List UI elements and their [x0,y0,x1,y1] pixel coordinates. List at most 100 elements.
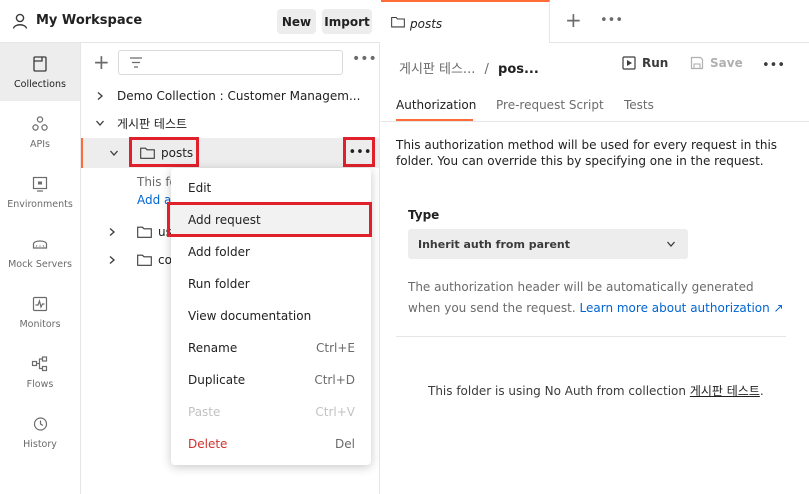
breadcrumb: 게시판 테스... / pos... [399,58,539,77]
tab-authorization[interactable]: Authorization [396,98,476,112]
highlight-box-add-request [167,202,372,237]
workspace-title[interactable]: My Workspace [36,13,142,28]
menu-item-run-folder[interactable]: Run folder [171,268,371,300]
folder-icon [137,254,152,266]
collections-icon [33,55,47,72]
history-icon [33,416,48,431]
user-icon [12,13,28,29]
breadcrumb-separator: / [484,62,489,77]
rail-label: Collections [14,78,66,90]
mock-servers-icon [32,239,48,249]
tree-row-label: co [158,253,172,267]
play-icon [622,56,636,70]
rail-item-mock-servers[interactable]: Mock Servers [0,223,80,281]
save-label: Save [710,56,743,70]
folder-icon [391,17,405,28]
breadcrumb-parent[interactable]: 게시판 테스... [399,62,475,77]
chevron-down-icon [667,241,675,247]
rail-label: History [23,438,57,450]
rail-label: Monitors [19,318,61,330]
monitors-icon [32,296,48,311]
rail-item-monitors[interactable]: Monitors [0,283,80,341]
chevron-right-icon [109,256,115,264]
rail-label: APIs [30,138,50,150]
auth-type-value: Inherit auth from parent [418,237,571,251]
tab-posts[interactable]: posts [381,0,550,43]
chevron-down-icon [96,120,104,126]
type-label: Type [408,208,440,222]
tree-row-label: 게시판 테스트 [117,116,188,131]
add-collection-icon[interactable]: + [93,52,110,72]
environments-icon [32,176,48,192]
menu-item-paste: Paste Ctrl+V [171,396,371,428]
rail-item-environments[interactable]: Environments [0,163,80,221]
menu-item-label: View documentation [188,309,312,323]
menu-item-shortcut: Del [335,437,355,451]
apis-icon [32,115,48,131]
folder-subtabs: Authorization Pre-request Script Tests [381,90,809,122]
auth-description: This authorization method will be used f… [396,138,778,168]
menu-item-shortcut: Ctrl+D [314,373,355,387]
tab-tests[interactable]: Tests [624,98,654,112]
sidebar-rail: Collections APIs Environments Mock Serve… [0,43,81,494]
noauth-text: This folder is using No Auth from collec… [428,384,690,398]
menu-item-label: Duplicate [188,373,246,387]
run-label: Run [642,56,669,70]
rail-label: Mock Servers [8,258,72,270]
auth-note: The authorization header will be automat… [408,277,788,319]
workspace-bar: My Workspace New Import [0,0,380,43]
menu-item-label: Add folder [188,245,250,259]
menu-item-label: Rename [188,341,238,355]
flows-icon [31,355,48,371]
menu-item-add-folder[interactable]: Add folder [171,236,371,268]
save-button[interactable]: Save [690,56,743,70]
rail-label: Environments [7,198,73,210]
tree-row-label: Demo Collection : Customer Managem... [117,89,361,103]
menu-item-label: Paste [188,405,221,419]
tab-pre-request-script[interactable]: Pre-request Script [496,98,604,112]
tree-more-icon[interactable]: ••• [352,51,377,67]
run-button[interactable]: Run [622,56,668,70]
tree-row-demo-collection[interactable]: Demo Collection : Customer Managem... [81,82,379,110]
tree-row-board-test[interactable]: 게시판 테스트 [81,109,379,137]
collection-link[interactable]: 게시판 테스트 [690,384,760,398]
noauth-message: This folder is using No Auth from collec… [428,382,764,399]
menu-item-view-documentation[interactable]: View documentation [171,300,371,332]
menu-item-duplicate[interactable]: Duplicate Ctrl+D [171,364,371,396]
highlight-box-more [343,137,375,167]
menu-item-rename[interactable]: Rename Ctrl+E [171,332,371,364]
rail-item-collections[interactable]: Collections [0,43,80,101]
save-icon [690,56,704,70]
auth-type-select[interactable]: Inherit auth from parent [408,229,688,259]
rail-item-history[interactable]: History [0,403,80,461]
menu-item-label: Delete [188,437,228,451]
folder-icon [137,226,152,238]
rail-item-flows[interactable]: Flows [0,343,80,401]
rail-label: Flows [26,378,54,390]
highlight-box-posts [129,137,199,167]
divider [396,336,786,337]
header-more-icon[interactable]: ••• [762,58,785,73]
menu-item-delete[interactable]: Delete Del [171,428,371,460]
menu-item-label: Run folder [188,277,250,291]
tree-row-posts[interactable]: posts [81,138,379,168]
menu-item-shortcut: Ctrl+V [315,405,355,419]
menu-item-label: Edit [188,181,212,195]
new-button[interactable]: New [277,9,316,34]
filter-icon [130,57,142,68]
noauth-end: . [759,384,764,398]
breadcrumb-current[interactable]: pos... [498,62,539,77]
chevron-right-icon [97,92,103,100]
learn-more-link[interactable]: Learn more about authorization ↗ [580,301,784,315]
filter-input[interactable] [118,50,343,75]
menu-item-shortcut: Ctrl+E [316,341,355,355]
tab-label: posts [410,17,443,31]
chevron-down-icon [110,150,118,156]
rail-item-apis[interactable]: APIs [0,103,80,161]
import-button[interactable]: Import [322,9,372,34]
menu-item-edit[interactable]: Edit [171,172,371,204]
new-tab-icon[interactable]: + [565,9,582,31]
tab-more-icon[interactable]: ••• [600,13,623,28]
request-tabbar: posts + ••• [381,0,809,43]
active-tab-underline [396,119,473,121]
